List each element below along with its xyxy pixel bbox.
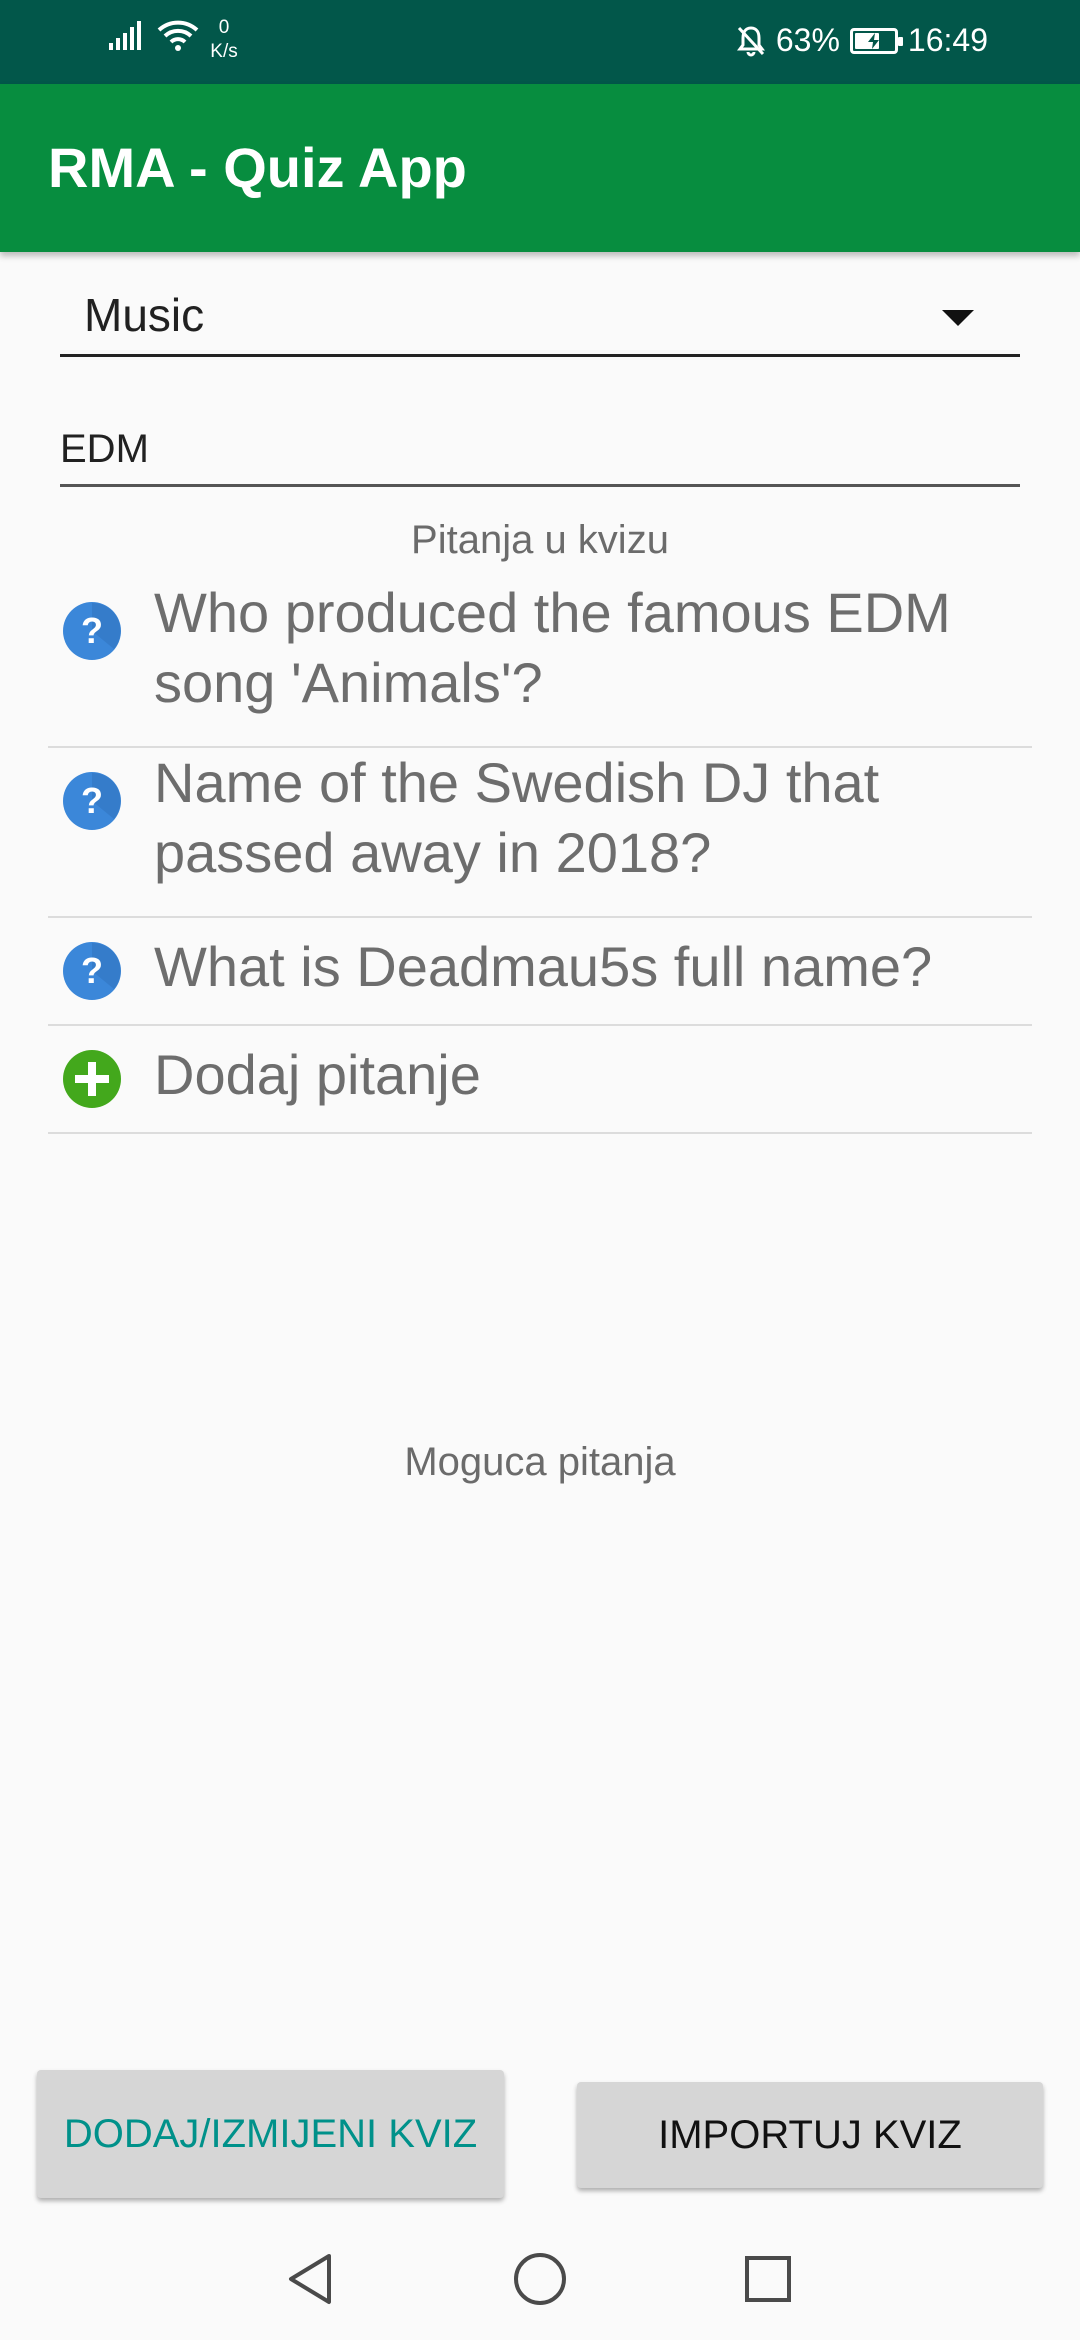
category-spinner[interactable]: Music (60, 280, 1020, 357)
nav-back-button[interactable] (250, 2218, 370, 2340)
clock: 16:49 (907, 22, 988, 58)
status-left (108, 18, 200, 52)
question-text: Who produced the famous EDM song 'Animal… (154, 581, 951, 714)
wifi-icon (157, 20, 199, 51)
dropdown-arrow-icon (942, 310, 974, 326)
add-question-item[interactable]: Dodaj pitanje (48, 1026, 1032, 1134)
battery-charging-icon (849, 27, 903, 54)
svg-text:?: ? (81, 610, 103, 651)
possible-questions-label: Moguca pitanja (404, 1440, 676, 1484)
category-spinner-value: Music (84, 289, 205, 341)
svg-text:?: ? (81, 780, 103, 821)
bell-off-icon (736, 25, 765, 56)
back-icon (289, 2254, 331, 2304)
screen: 0 K/s 63% 16:49 RMA - Quiz App Music EDM… (0, 0, 1080, 2340)
status-bar: 0 K/s 63% 16:49 (0, 0, 1080, 84)
question-text: Name of the Swedish DJ that passed away … (154, 751, 880, 884)
network-speed-unit: K/s (210, 41, 238, 62)
quiz-name-input[interactable] (60, 415, 1020, 487)
nav-home-button[interactable] (480, 2218, 600, 2340)
signal-icon (109, 21, 141, 50)
nav-recents-button[interactable] (708, 2218, 828, 2340)
add-question-label: Dodaj pitanje (154, 1043, 481, 1106)
quiz-questions-list: ? Who produced the famous EDM song 'Anim… (48, 578, 1032, 1134)
question-item[interactable]: ? Name of the Swedish DJ that passed awa… (48, 748, 1032, 918)
svg-text:?: ? (81, 950, 103, 991)
question-item[interactable]: ? What is Deadmau5s full name? (48, 918, 1032, 1026)
question-icon: ? (63, 772, 121, 830)
home-icon (514, 2253, 566, 2305)
question-item[interactable]: ? Who produced the famous EDM song 'Anim… (48, 578, 1032, 748)
question-icon: ? (63, 602, 121, 660)
add-icon (63, 1050, 121, 1108)
status-right: 63% 16:49 (736, 22, 988, 59)
app-title: RMA - Quiz App (48, 136, 467, 199)
network-speed: 0 K/s (204, 16, 244, 64)
question-text: What is Deadmau5s full name? (154, 935, 933, 998)
add-edit-quiz-button[interactable]: DODAJ/IZMIJENI KVIZ (37, 2070, 504, 2198)
question-icon: ? (63, 942, 121, 1000)
charging-bolt-icon (867, 32, 879, 49)
network-speed-value: 0 (218, 17, 230, 38)
battery-percent: 63% (775, 22, 840, 58)
import-quiz-button[interactable]: IMPORTUJ KVIZ (577, 2082, 1043, 2188)
navigation-bar (0, 2218, 1080, 2340)
quiz-questions-label: Pitanja u kvizu (411, 518, 669, 562)
app-bar: RMA - Quiz App (0, 84, 1080, 252)
recents-icon (745, 2256, 791, 2302)
